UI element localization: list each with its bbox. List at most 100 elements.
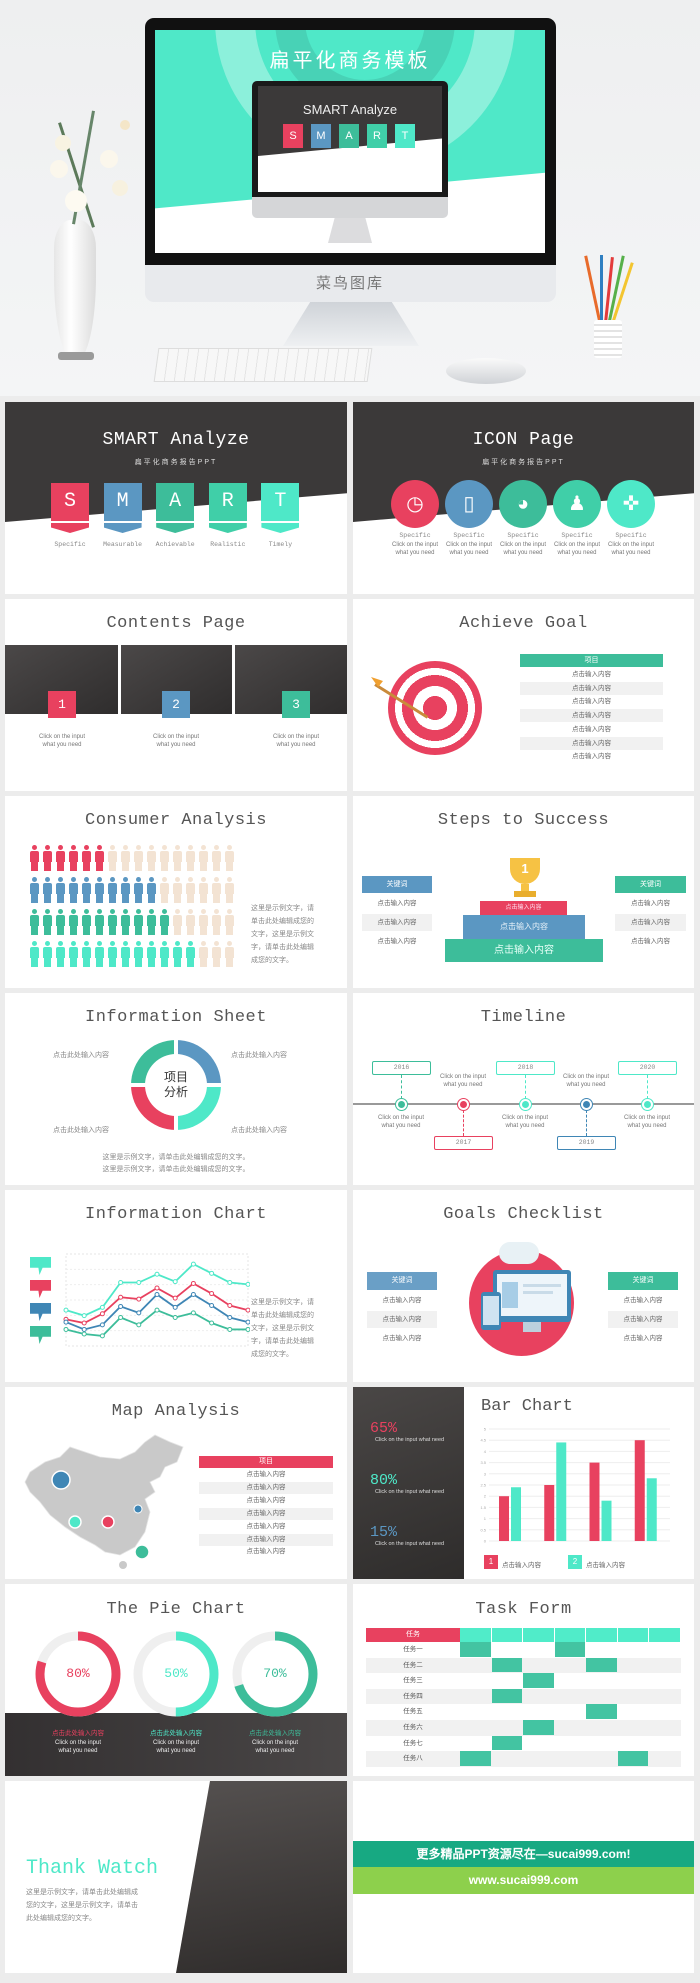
map-marker-green[interactable] — [134, 1544, 150, 1560]
timeline-node[interactable] — [458, 1099, 469, 1110]
stat-value: 15% — [370, 1524, 398, 1541]
person-icon — [120, 941, 130, 967]
person-body — [225, 883, 234, 894]
timeline-connector — [525, 1075, 526, 1099]
line-chart — [63, 1253, 250, 1347]
timeline-node[interactable] — [520, 1099, 531, 1110]
legend-swatch: 2 — [568, 1555, 582, 1569]
person-body — [108, 883, 117, 894]
person-legs — [96, 862, 103, 871]
task-header-cell — [523, 1628, 554, 1642]
smart-letter-box: A — [156, 483, 195, 521]
person-body — [82, 851, 91, 862]
timeline-year-box: 2020 — [618, 1061, 677, 1075]
smart-label: Measurable — [103, 541, 143, 548]
slide-contents-page: Contents Page 1 Click on the input what yo… — [5, 599, 347, 791]
timeline-node[interactable] — [642, 1099, 653, 1110]
person-head — [188, 941, 193, 946]
slide-title: Goals Checklist — [443, 1205, 604, 1224]
person-legs — [148, 926, 155, 935]
person-body — [134, 947, 143, 958]
table-row: 点击输入内容 — [199, 1481, 333, 1494]
table-row: 点击输入内容 — [199, 1469, 333, 1481]
icon-text: what you need — [557, 550, 597, 556]
person-body — [212, 883, 221, 894]
person-icon — [94, 877, 104, 903]
icon-text: Click on the input — [445, 542, 493, 548]
data-point — [136, 1280, 142, 1286]
person-legs — [213, 894, 220, 903]
person-icon — [198, 845, 208, 871]
legend-label: 点击输入内容 — [586, 1562, 625, 1569]
contents-number-badge: 2 — [162, 691, 190, 718]
person-icon — [42, 845, 52, 871]
person-head — [162, 845, 167, 850]
contents-text: Click on the input — [272, 734, 320, 740]
person-icon — [133, 877, 143, 903]
slide-information-sheet: Information Sheet 项目 分析 点击此处输入内容 点击此处输入内… — [5, 993, 347, 1185]
description-text-line: 成您的文字。 — [251, 956, 293, 964]
map-marker-teal[interactable] — [68, 1515, 82, 1529]
cycle-center-line: 分析 — [163, 1085, 188, 1099]
person-legs — [31, 862, 38, 871]
person-icon — [224, 941, 234, 967]
timeline-node[interactable] — [396, 1099, 407, 1110]
bar-chart: 0 0.5 1 1.5 2 2.5 3 3.5 4 4.5 5 — [480, 1427, 670, 1544]
screen-title: 扁平化商务模板 — [269, 48, 431, 72]
keyboard-image — [153, 348, 373, 382]
inner-letter-box: A — [339, 124, 359, 148]
map-marker-small-blue[interactable] — [133, 1504, 143, 1514]
table-row: 点击输入内容 — [199, 1533, 333, 1546]
person-head — [32, 845, 37, 850]
description-text-line: 成您的文字。 — [251, 1350, 293, 1358]
person-body — [186, 947, 195, 958]
slide-title: Thank Watch — [26, 1857, 159, 1880]
map-marker-blue[interactable] — [51, 1470, 71, 1490]
contents-number-badge: 3 — [282, 691, 310, 718]
person-icon — [94, 941, 104, 967]
speech-flag-icon — [30, 1326, 51, 1344]
data-point — [227, 1303, 233, 1309]
ring-percent-label: 50% — [164, 1666, 188, 1681]
data-point — [81, 1320, 87, 1326]
timeline-connector — [586, 1110, 587, 1136]
task-name: 任务四 — [403, 1692, 423, 1700]
description-text-line: 字，请单击此处编辑 — [251, 943, 314, 951]
person-head — [58, 909, 63, 914]
person-head — [136, 877, 141, 882]
y-tick-label: 4.5 — [480, 1438, 486, 1443]
timeline-node[interactable] — [581, 1099, 592, 1110]
person-icon — [42, 941, 52, 967]
data-point — [154, 1285, 160, 1291]
person-head — [214, 941, 219, 946]
keyword-header: 关键词 — [608, 1272, 678, 1290]
task-cell-filled — [586, 1704, 617, 1719]
data-point — [63, 1307, 69, 1313]
person-body — [56, 915, 65, 926]
person-icon — [120, 877, 130, 903]
person-legs — [122, 926, 129, 935]
person-body — [30, 883, 39, 894]
person-body — [173, 947, 182, 958]
keyword-row: 点击输入内容 — [367, 1330, 437, 1347]
person-head — [45, 877, 50, 882]
ad-banner-link[interactable]: www.sucai999.com — [353, 1867, 694, 1894]
person-head — [58, 845, 63, 850]
icon-text: what you need — [395, 550, 435, 556]
person-icon — [185, 877, 195, 903]
person-head — [214, 877, 219, 882]
slide-title: Consumer Analysis — [85, 811, 267, 830]
person-legs — [96, 958, 103, 967]
task-cell-filled — [491, 1688, 523, 1704]
data-point — [172, 1304, 178, 1310]
person-icon — [68, 941, 78, 967]
description-text-line: 文字，这里是示例文 — [251, 1324, 314, 1332]
y-tick-label: 4 — [484, 1449, 487, 1454]
ad-banner-top[interactable]: 更多精品PPT资源尽在—sucai999.com! — [353, 1841, 694, 1867]
person-icon — [185, 941, 195, 967]
map-marker-red[interactable] — [101, 1515, 115, 1529]
icon-text: what you need — [449, 550, 489, 556]
person-head — [45, 941, 50, 946]
person-head — [45, 909, 50, 914]
icon-circle: ♟ — [553, 480, 601, 528]
